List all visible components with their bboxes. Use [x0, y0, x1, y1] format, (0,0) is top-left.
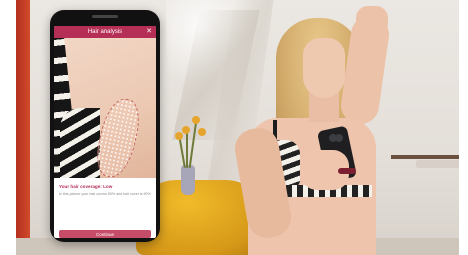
flower-stem [186, 130, 188, 168]
flower [198, 128, 206, 136]
phone-mockup: Hair analysis ✕ Your hair coverage: Low … [50, 10, 160, 242]
wall-shelf [391, 155, 459, 159]
flower [192, 116, 200, 124]
app-header: Hair analysis ✕ [54, 26, 156, 38]
result-title: Your hair coverage: Low [59, 184, 113, 189]
red-wall [16, 0, 30, 255]
flower [175, 132, 183, 140]
continue-button[interactable]: Continue [59, 230, 151, 238]
flower-vase [181, 165, 195, 195]
phone-speaker [92, 15, 118, 18]
armpit-photo [54, 38, 156, 178]
close-icon[interactable]: ✕ [146, 26, 152, 38]
flower-stem [178, 135, 186, 168]
result-description: In this picture your hair covers 60% and… [59, 192, 151, 196]
result-panel: Your hair coverage: Low In this picture … [54, 178, 156, 238]
flower [182, 126, 190, 134]
painted-nails [338, 168, 356, 174]
woman-face [303, 38, 345, 98]
app-header-title: Hair analysis [87, 29, 123, 35]
raised-hand [356, 6, 388, 36]
camera-icon [329, 134, 337, 142]
radiator [416, 160, 459, 168]
photo-bra-cup [60, 108, 100, 178]
app-screen: Hair analysis ✕ Your hair coverage: Low … [54, 26, 156, 238]
